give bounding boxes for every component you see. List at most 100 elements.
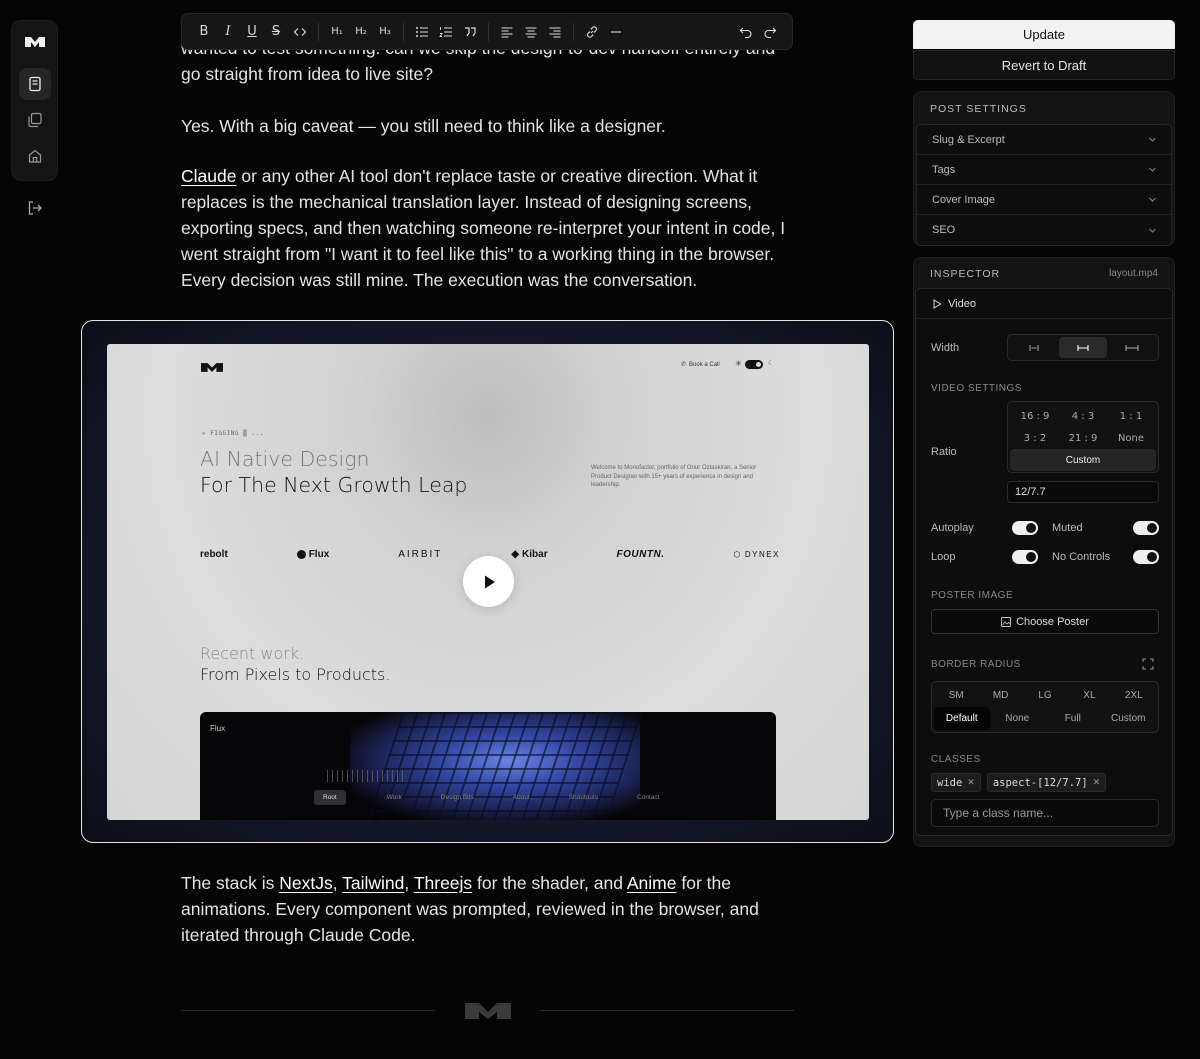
undo-icon <box>739 27 752 38</box>
ratio-option[interactable]: 21 : 9 <box>1059 427 1107 449</box>
class-name-input[interactable] <box>931 799 1159 827</box>
revert-to-draft-button[interactable]: Revert to Draft <box>913 50 1175 80</box>
ratio-option[interactable]: 16 : 9 <box>1011 405 1059 427</box>
radius-option[interactable]: XL <box>1067 684 1111 707</box>
ratio-custom-input[interactable]: 12/7.7 <box>1007 481 1159 503</box>
bullet-list-button[interactable] <box>410 20 434 44</box>
loop-toggle[interactable] <box>1012 550 1038 564</box>
monofactor-logo-icon[interactable] <box>25 35 45 49</box>
autoplay-toggle[interactable] <box>1012 521 1038 535</box>
toolbar-divider <box>573 22 574 41</box>
italic-button[interactable]: I <box>216 20 240 44</box>
logout-icon[interactable] <box>26 199 44 217</box>
pages-nav-button[interactable] <box>19 104 51 136</box>
choose-poster-button[interactable]: Choose Poster <box>931 609 1159 634</box>
muted-toggle[interactable] <box>1133 521 1159 535</box>
left-rail <box>11 20 58 181</box>
radius-option[interactable]: None <box>990 707 1046 730</box>
paragraph-claude[interactable]: Claude or any other AI tool don't replac… <box>181 163 794 293</box>
post-settings-panel: POST SETTINGS Slug & Excerpt Tags Cover … <box>913 91 1175 246</box>
ordered-list-button[interactable] <box>434 20 458 44</box>
paragraph-stack[interactable]: The stack is NextJs, Tailwind, Threejs f… <box>181 870 794 948</box>
ratio-option[interactable]: 3 : 2 <box>1011 427 1059 449</box>
tailwind-link[interactable]: Tailwind <box>342 873 404 893</box>
stack-pages-icon <box>28 112 42 128</box>
radius-option[interactable]: Full <box>1045 707 1101 730</box>
claude-link[interactable]: Claude <box>181 166 236 186</box>
border-radius-selector: SM MD LG XL 2XL Default None Full Custom <box>931 681 1159 733</box>
heading-3-button[interactable]: H₃ <box>373 20 397 44</box>
align-center-icon <box>525 26 537 38</box>
remove-class-icon[interactable]: ✕ <box>1093 778 1101 788</box>
width-full-option[interactable] <box>1107 337 1156 358</box>
radius-option[interactable]: Custom <box>1101 707 1157 730</box>
inspector-title: INSPECTOR layout.mp4 <box>930 268 1158 280</box>
post-settings-accordion: Slug & Excerpt Tags Cover Image SEO <box>916 124 1172 246</box>
width-wide-icon <box>1077 344 1089 351</box>
paragraph-text: , <box>404 873 414 893</box>
threejs-link[interactable]: Threejs <box>414 873 472 893</box>
posts-nav-button[interactable] <box>19 68 51 100</box>
redo-button[interactable] <box>758 20 782 44</box>
class-chip: aspect-[12/7.7] ✕ <box>986 773 1107 792</box>
play-outline-icon <box>933 298 942 309</box>
remove-class-icon[interactable]: ✕ <box>967 778 975 788</box>
ratio-option[interactable]: 4 : 3 <box>1059 405 1107 427</box>
radius-option[interactable]: LG <box>1023 684 1067 707</box>
toolbar-divider <box>318 22 319 41</box>
paragraph-text: for the shader, and <box>472 873 627 893</box>
ratio-option[interactable]: 1 : 1 <box>1107 405 1155 427</box>
accordion-seo[interactable]: SEO <box>917 215 1171 245</box>
site-nav-item: Design Bits <box>440 794 474 801</box>
brand-kibar: ◆ Kibar <box>511 549 548 560</box>
heading-2-button[interactable]: H₂ <box>349 20 373 44</box>
paragraph-caveat[interactable]: Yes. With a big caveat — you still need … <box>181 113 794 139</box>
video-play-button[interactable] <box>463 556 514 607</box>
link-button[interactable] <box>580 20 604 44</box>
radius-option-selected[interactable]: Default <box>934 707 990 730</box>
book-call-link: ✆ Book a Call <box>681 361 720 369</box>
blockquote-button[interactable] <box>458 20 482 44</box>
no-controls-toggle[interactable] <box>1133 550 1159 564</box>
radius-option[interactable]: SM <box>934 684 978 707</box>
video-poster-frame: ✆ Book a Call ✳ ☾ ✳ FIGGING ▒ ... AI Nati… <box>107 344 869 820</box>
code-button[interactable] <box>288 20 312 44</box>
document-icon <box>29 76 41 92</box>
accordion-cover-image[interactable]: Cover Image <box>917 185 1171 215</box>
undo-button[interactable] <box>734 20 758 44</box>
horizontal-rule-button[interactable] <box>604 20 628 44</box>
horizontal-rule-icon <box>611 30 621 33</box>
site-nav-item: Work <box>386 794 402 801</box>
corner-radius-icon[interactable] <box>1142 658 1154 670</box>
update-button[interactable]: Update <box>913 20 1175 49</box>
align-left-button[interactable] <box>495 20 519 44</box>
radius-option[interactable]: 2XL <box>1112 684 1156 707</box>
align-right-button[interactable] <box>543 20 567 44</box>
align-center-button[interactable] <box>519 20 543 44</box>
accordion-slug-excerpt[interactable]: Slug & Excerpt <box>917 125 1171 155</box>
strikethrough-button[interactable]: S <box>264 20 288 44</box>
width-wide-option[interactable] <box>1058 337 1108 358</box>
video-block[interactable]: ✆ Book a Call ✳ ☾ ✳ FIGGING ▒ ... AI Nati… <box>81 320 894 843</box>
ratio-label: Ratio <box>931 446 957 458</box>
heading-1-button[interactable]: H₁ <box>325 20 349 44</box>
ratio-option[interactable]: None <box>1107 427 1155 449</box>
accordion-tags[interactable]: Tags <box>917 155 1171 185</box>
toolbar-divider <box>488 22 489 41</box>
anime-link[interactable]: Anime <box>627 873 677 893</box>
code-icon <box>293 27 307 36</box>
nextjs-link[interactable]: NextJs <box>279 873 332 893</box>
radius-option[interactable]: MD <box>978 684 1022 707</box>
home-nav-button[interactable] <box>19 140 51 172</box>
scroll-ticks <box>327 770 407 782</box>
bold-button[interactable]: B <box>192 20 216 44</box>
ratio-custom-option[interactable]: Custom <box>1010 449 1156 471</box>
brand-fountn: FOUNTN. <box>616 549 665 560</box>
bullet-list-icon <box>416 26 428 37</box>
book-call-label: Book a Call <box>689 361 720 368</box>
width-narrow-option[interactable] <box>1010 337 1059 358</box>
chevron-down-icon <box>1149 197 1156 202</box>
chevron-down-icon <box>1149 167 1156 172</box>
underline-button[interactable]: U <box>240 20 264 44</box>
site-nav-item: Root <box>314 790 346 805</box>
